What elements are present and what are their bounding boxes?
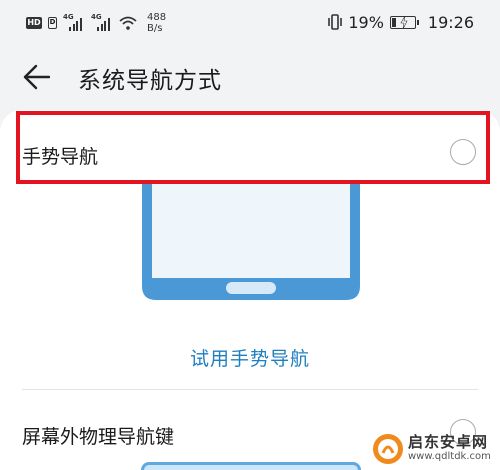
gesture-phone-illustration [142,182,360,300]
option-gesture-navigation[interactable]: 手势导航 [0,120,500,186]
radio-button[interactable] [450,139,476,165]
settings-card: 手势导航 试用手势导航 屏幕外物理导航键 [0,110,500,470]
battery-charging-icon [389,15,419,29]
network-speed-value: 488 [147,12,167,23]
physical-keys-phone-illustration [141,462,361,470]
clock: 19:26 [427,12,474,32]
network-speed: 488 B/s [147,12,166,34]
signal-sim2-icon: 4G [91,13,113,31]
battery-percent: 19% [348,12,384,32]
option-label: 手势导航 [22,146,99,168]
try-gesture-navigation-link[interactable]: 试用手势导航 [0,344,500,371]
site-watermark: 启东安卓网 www.qdltdk.com [372,430,496,468]
divider [22,389,478,390]
status-bar: HD D 4G 4G 488 B/s 19% 19:26 [0,0,500,44]
hd-badge: HD [26,17,42,29]
network-speed-unit: B/s [147,23,163,34]
vibrate-icon [328,14,343,30]
watermark-url: www.qdltdk.com [408,451,491,462]
watermark-name: 启东安卓网 [408,433,489,451]
hd-sub-badge: D [48,17,57,29]
wifi-icon [119,16,137,30]
watermark-logo-icon [373,434,403,464]
back-arrow-icon[interactable] [22,64,50,90]
title-bar: 系统导航方式 [0,44,500,110]
signal-sim1-icon: 4G [63,13,85,31]
option-label: 屏幕外物理导航键 [22,426,175,448]
page-title: 系统导航方式 [78,68,222,94]
